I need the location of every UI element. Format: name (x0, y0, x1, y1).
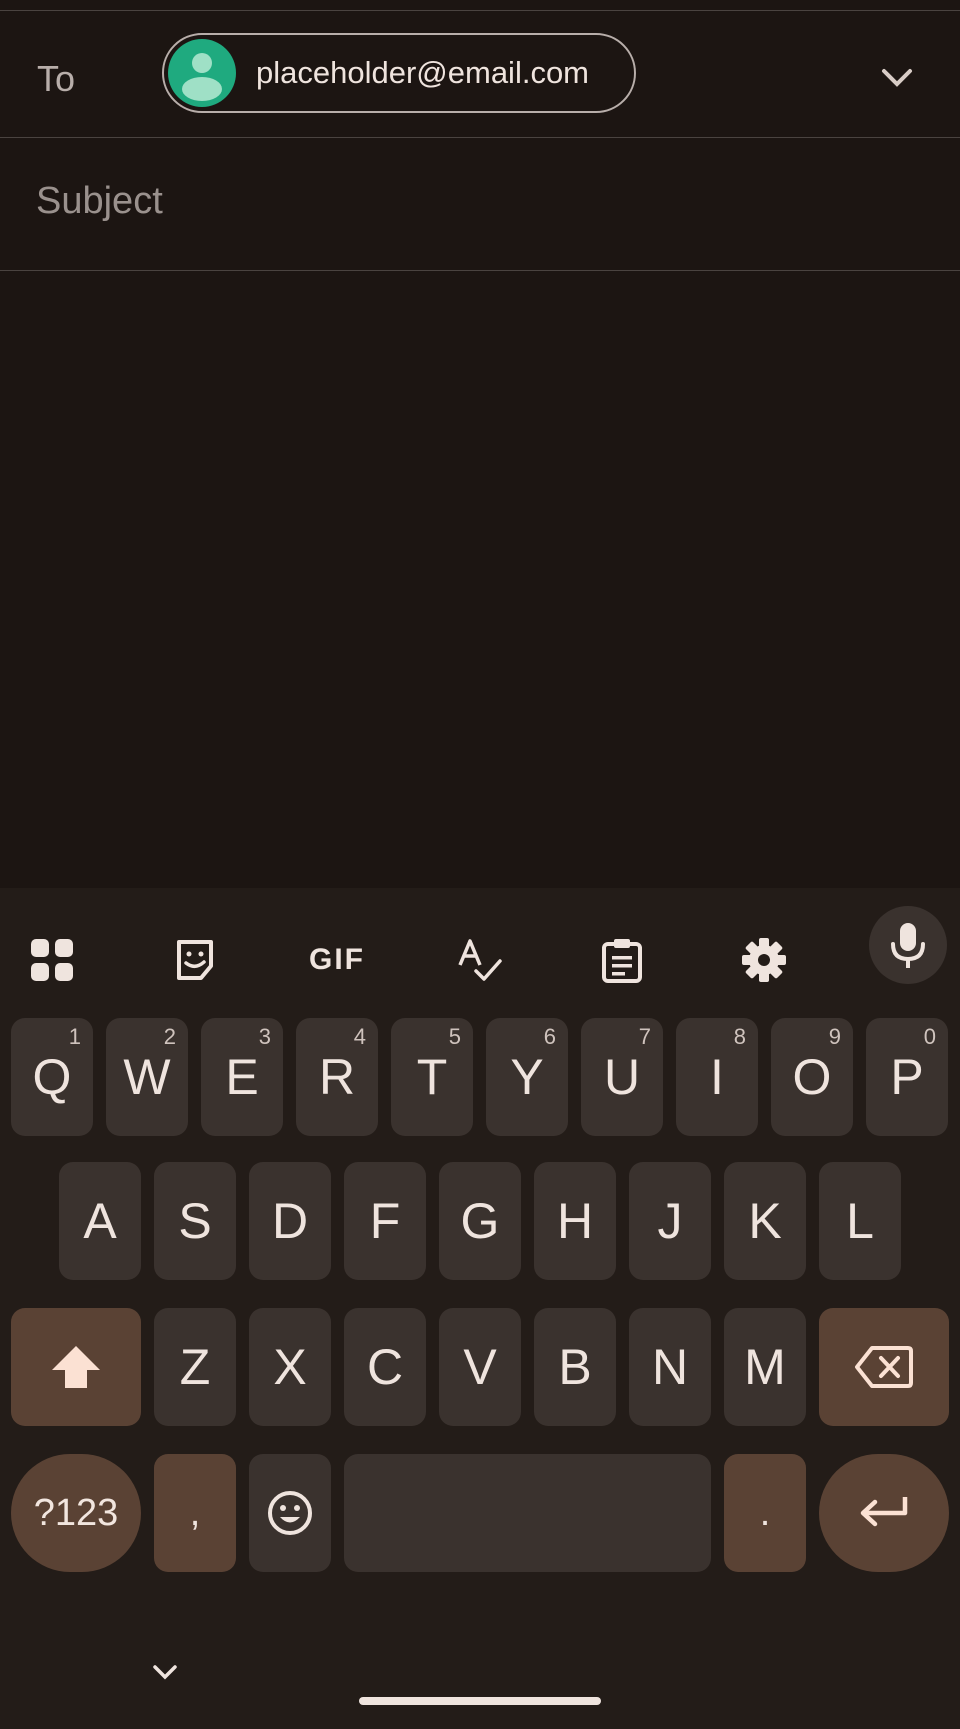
clipboard-icon[interactable] (590, 928, 654, 992)
key-label: Y (510, 1049, 544, 1105)
key-x[interactable]: X (249, 1308, 331, 1426)
keyboard: G I F Q 1 W 2 E 3 R 4 T 5 Y 6 U 7 I 8 O 9 … (0, 888, 960, 1729)
key-j[interactable]: J (629, 1162, 711, 1280)
subject-field[interactable]: Subject (36, 180, 163, 223)
sticker-icon[interactable] (163, 928, 227, 992)
key-n[interactable]: N (629, 1308, 711, 1426)
to-row[interactable]: To placeholder@email.com (0, 11, 960, 137)
divider (0, 137, 960, 138)
key-a[interactable]: A (59, 1162, 141, 1280)
key-l[interactable]: L (819, 1162, 901, 1280)
hide-keyboard-chevron-icon[interactable] (152, 1664, 178, 1687)
emoji-icon (268, 1491, 312, 1535)
key-b[interactable]: B (534, 1308, 616, 1426)
backspace-key[interactable] (819, 1308, 949, 1426)
key-w[interactable]: W2 (106, 1018, 188, 1136)
key-t[interactable]: T5 (391, 1018, 473, 1136)
key-f[interactable]: F (344, 1162, 426, 1280)
spellcheck-icon[interactable] (448, 928, 512, 992)
key-hint: 4 (353, 1024, 366, 1049)
comma-label: , (189, 1491, 201, 1534)
message-body[interactable] (0, 272, 960, 886)
to-label: To (37, 58, 76, 99)
key-hint: 5 (448, 1024, 461, 1049)
key-o[interactable]: O9 (771, 1018, 853, 1136)
key-label: R (318, 1049, 356, 1105)
period-key[interactable]: . (724, 1454, 806, 1572)
key-label: T (416, 1049, 448, 1105)
backspace-icon (855, 1346, 913, 1388)
gif-icon[interactable]: GIF (305, 928, 369, 992)
expand-chevron-icon[interactable] (880, 67, 914, 94)
key-label: E (225, 1049, 259, 1105)
key-s[interactable]: S (154, 1162, 236, 1280)
key-hint: 6 (543, 1024, 556, 1049)
key-m[interactable]: M (724, 1308, 806, 1426)
period-label: . (759, 1491, 771, 1534)
key-hint: 1 (68, 1024, 81, 1049)
symbols-label: ?123 (33, 1491, 119, 1534)
key-p[interactable]: P0 (866, 1018, 948, 1136)
key-label: O (792, 1049, 832, 1105)
settings-icon[interactable] (732, 928, 796, 992)
key-hint: 0 (923, 1024, 936, 1049)
key-q[interactable]: Q1 (11, 1018, 93, 1136)
key-k[interactable]: K (724, 1162, 806, 1280)
key-label: I (710, 1049, 724, 1105)
symbols-key[interactable]: ?123 (11, 1454, 141, 1572)
key-y[interactable]: Y6 (486, 1018, 568, 1136)
key-u[interactable]: U7 (581, 1018, 663, 1136)
key-d[interactable]: D (249, 1162, 331, 1280)
key-label: P (890, 1049, 924, 1105)
key-hint: 8 (733, 1024, 746, 1049)
shift-arrow-icon (52, 1346, 100, 1388)
key-hint: 3 (258, 1024, 271, 1049)
recipient-email: placeholder@email.com (256, 55, 590, 90)
enter-icon (860, 1497, 908, 1527)
enter-key[interactable] (819, 1454, 949, 1572)
divider (0, 270, 960, 271)
key-h[interactable]: H (534, 1162, 616, 1280)
recipient-chip[interactable]: placeholder@email.com (162, 33, 636, 113)
key-hint: 2 (163, 1024, 176, 1049)
shift-key[interactable] (11, 1308, 141, 1426)
home-indicator[interactable] (359, 1697, 601, 1705)
key-label: Q (32, 1049, 72, 1105)
key-e[interactable]: E3 (201, 1018, 283, 1136)
space-key[interactable] (344, 1454, 711, 1572)
key-hint: 9 (828, 1024, 841, 1049)
key-r[interactable]: R4 (296, 1018, 378, 1136)
emoji-key[interactable] (249, 1454, 331, 1572)
key-hint: 7 (638, 1024, 651, 1049)
gif-label: GIF (309, 943, 365, 976)
compose-form: To placeholder@email.com Subject (0, 0, 960, 888)
comma-key[interactable]: , (154, 1454, 236, 1572)
key-z[interactable]: Z (154, 1308, 236, 1426)
apps-grid-icon[interactable] (20, 928, 84, 992)
voice-input-button[interactable] (869, 906, 947, 984)
key-label: W (123, 1049, 171, 1105)
contact-avatar-icon (168, 39, 236, 107)
key-g[interactable]: G (439, 1162, 521, 1280)
key-c[interactable]: C (344, 1308, 426, 1426)
key-label: U (603, 1049, 641, 1105)
key-v[interactable]: V (439, 1308, 521, 1426)
key-i[interactable]: I8 (676, 1018, 758, 1136)
